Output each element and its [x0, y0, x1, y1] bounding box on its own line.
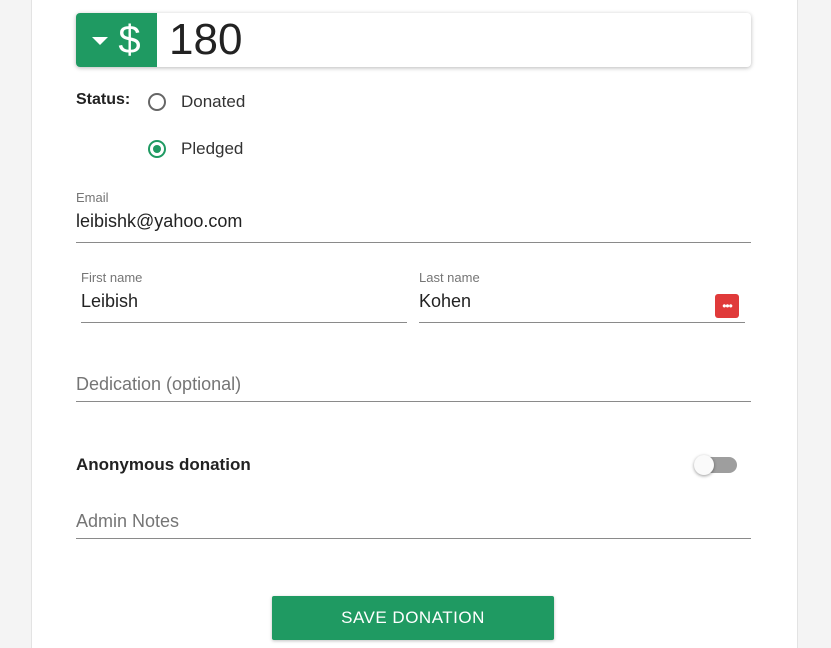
toggle-thumb[interactable]: [694, 455, 714, 475]
currency-symbol: $: [118, 18, 141, 62]
email-underline: [76, 242, 751, 243]
status-label: Status:: [76, 91, 131, 108]
dedication-underline: [76, 401, 751, 402]
first-name-underline: [81, 322, 407, 323]
first-name-field[interactable]: First name Leibish: [81, 270, 142, 312]
password-manager-icon[interactable]: •••: [715, 294, 739, 318]
radio-label-donated: Donated: [181, 92, 246, 111]
dedication-placeholder[interactable]: Dedication (optional): [76, 374, 241, 395]
donation-form-card: [31, 0, 798, 648]
caret-down-icon: [92, 37, 109, 45]
radio-label-pledged: Pledged: [181, 139, 244, 158]
email-label: Email: [76, 190, 109, 205]
last-name-label: Last name: [419, 270, 480, 285]
admin-notes-field[interactable]: Admin Notes: [76, 511, 179, 532]
dedication-field[interactable]: Dedication (optional): [76, 374, 241, 395]
last-name-underline: [419, 322, 745, 323]
radio-donated[interactable]: Donated: [148, 92, 245, 112]
last-name-value[interactable]: Kohen: [419, 291, 480, 312]
anonymous-donation-label: Anonymous donation: [76, 455, 251, 474]
radio-checked-icon[interactable]: [148, 140, 166, 158]
amount-field: $: [76, 13, 751, 67]
first-name-label: First name: [81, 270, 143, 285]
first-name-value[interactable]: Leibish: [81, 291, 142, 312]
last-name-field[interactable]: Last name Kohen: [419, 270, 480, 312]
save-donation-button[interactable]: SAVE DONATION: [272, 596, 554, 640]
anonymous-toggle[interactable]: [694, 455, 737, 475]
admin-notes-underline: [76, 538, 751, 539]
admin-notes-placeholder[interactable]: Admin Notes: [76, 511, 179, 532]
email-field[interactable]: Email leibishk@yahoo.com: [76, 190, 242, 232]
email-value[interactable]: leibishk@yahoo.com: [76, 211, 242, 232]
currency-dropdown[interactable]: $: [76, 13, 157, 67]
radio-pledged[interactable]: Pledged: [148, 139, 243, 159]
radio-unchecked-icon[interactable]: [148, 93, 166, 111]
amount-input[interactable]: [157, 13, 751, 67]
